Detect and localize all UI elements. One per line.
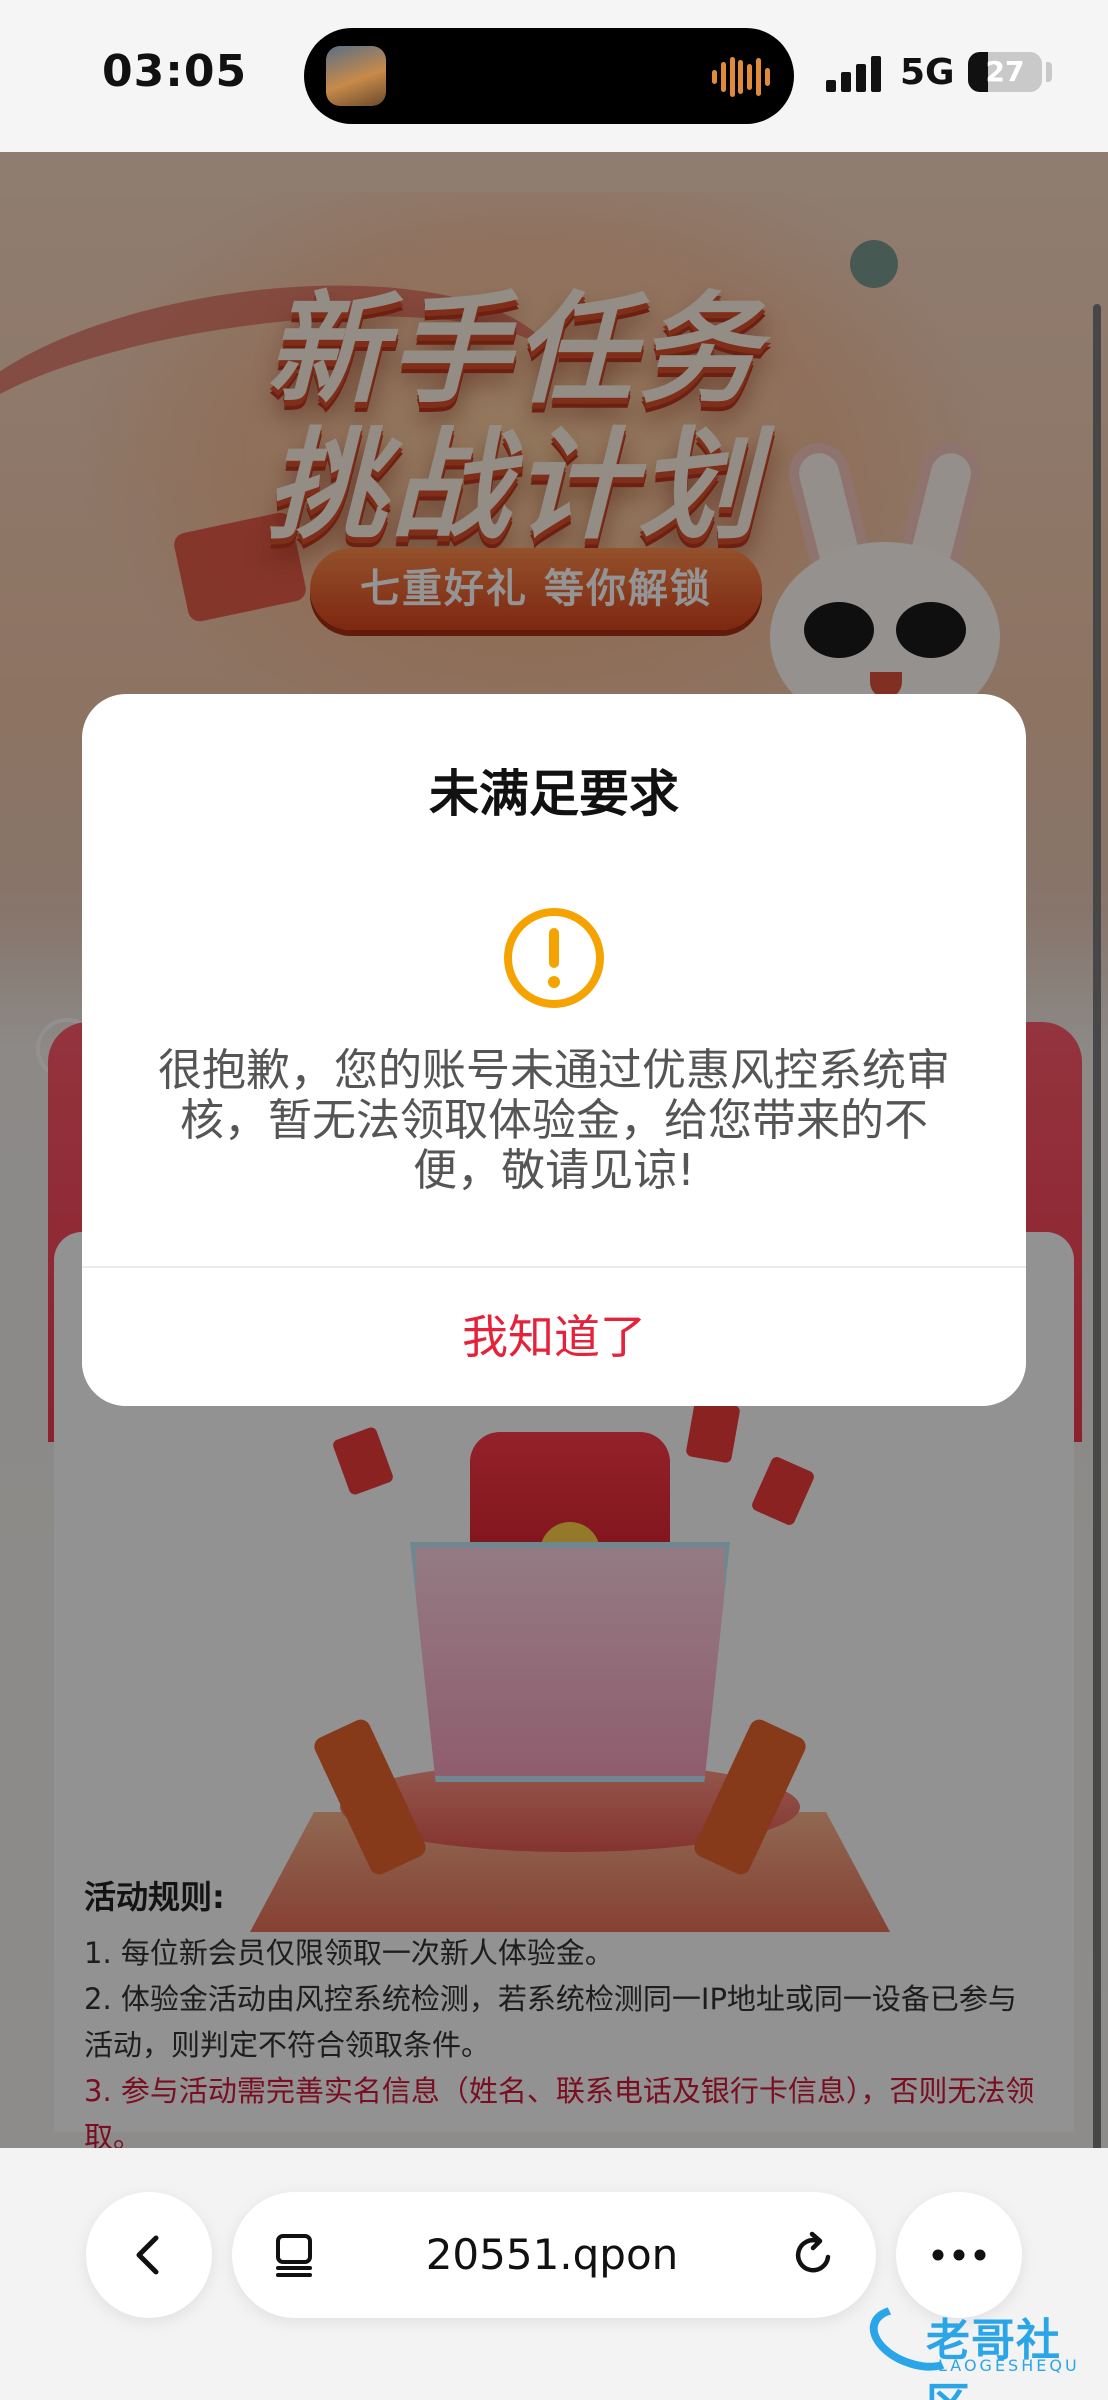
chevron-left-icon xyxy=(136,2235,159,2275)
screen: 03:05 5G 27 新手任务 挑战计划 七重好礼 等你解锁 活动规则: 1.… xyxy=(0,0,1108,2400)
warning-icon xyxy=(504,908,604,1008)
acknowledge-button[interactable]: 我知道了 xyxy=(82,1268,1026,1406)
dynamic-island[interactable] xyxy=(304,28,794,124)
battery-icon: 27 xyxy=(968,52,1042,92)
dialog-message: 很抱歉，您的账号未通过优惠风控系统审核，暂无法领取体验金，给您带来的不便，敬请见… xyxy=(158,1045,950,1196)
more-icon xyxy=(932,2249,986,2261)
watermark-logo: 老哥社区 LAOGESHEQU xyxy=(860,2293,1098,2400)
cellular-signal-icon xyxy=(826,56,882,92)
dialog-title: 未满足要求 xyxy=(429,765,679,823)
battery-percent: 27 xyxy=(985,55,1025,88)
reload-icon[interactable] xyxy=(788,2230,838,2280)
watermark-text: 老哥社区 xyxy=(926,2315,1061,2400)
audio-wave-icon xyxy=(712,56,770,98)
now-playing-artwork xyxy=(326,46,386,106)
url-text[interactable]: 20551.qpon xyxy=(362,2192,742,2318)
address-bar[interactable]: 20551.qpon xyxy=(232,2192,876,2318)
watermark-subtext: LAOGESHEQU xyxy=(938,2356,1080,2375)
status-time: 03:05 xyxy=(102,46,248,97)
back-button[interactable] xyxy=(86,2192,212,2318)
battery-cap xyxy=(1046,62,1052,82)
network-type: 5G xyxy=(900,52,955,93)
tabs-icon[interactable] xyxy=(272,2232,318,2278)
requirement-not-met-dialog: 未满足要求 很抱歉，您的账号未通过优惠风控系统审核，暂无法领取体验金，给您带来的… xyxy=(82,694,1026,1406)
status-bar: 03:05 5G 27 xyxy=(0,0,1108,152)
